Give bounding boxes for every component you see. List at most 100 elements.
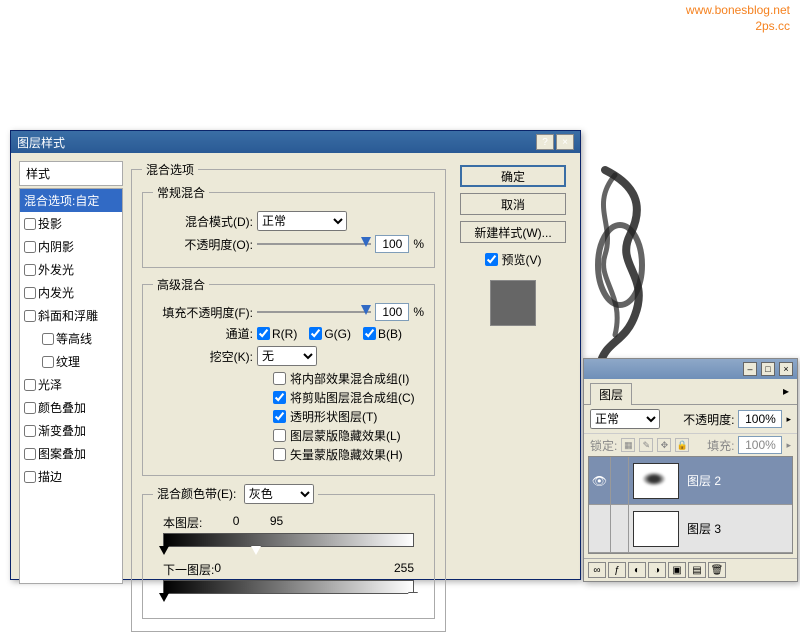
layer-thumbnail[interactable] [633,463,679,499]
style-checkbox[interactable] [24,379,36,391]
adv-checkbox-1[interactable] [273,391,286,404]
opacity-slider[interactable] [257,235,371,253]
adv-check-row: 将内部效果混合成组(I) [273,370,424,387]
under-black-handle[interactable] [159,593,169,602]
style-checkbox[interactable] [24,471,36,483]
knockout-select[interactable]: 无 [257,346,317,366]
this-black-handle[interactable] [159,546,169,555]
layers-tab[interactable]: 图层 [590,383,632,405]
link-cell[interactable] [611,457,629,504]
style-item-10[interactable]: 渐变叠加 [20,419,122,442]
style-item-6[interactable]: 等高线 [20,327,122,350]
close-button[interactable]: × [556,134,574,150]
ok-button[interactable]: 确定 [460,165,566,187]
style-item-4[interactable]: 内发光 [20,281,122,304]
style-item-label: 等高线 [56,330,92,347]
preview-swatch [490,280,536,326]
style-checkbox[interactable] [24,425,36,437]
new-layer-icon[interactable]: ▤ [688,562,706,578]
style-item-0[interactable]: 混合选项:自定 [20,189,122,212]
visibility-toggle[interactable] [589,505,611,552]
style-item-1[interactable]: 投影 [20,212,122,235]
layer-fill-input[interactable]: 100% [738,436,782,454]
channel-g-checkbox[interactable] [309,327,322,340]
adv-check-row: 透明形状图层(T) [273,408,424,425]
style-checkbox[interactable] [24,241,36,253]
style-item-label: 外发光 [38,261,74,278]
style-item-9[interactable]: 颜色叠加 [20,396,122,419]
new-style-button[interactable]: 新建样式(W)... [460,221,566,243]
layer-style-dialog: 图层样式 ? × 样式 混合选项:自定投影内阴影外发光内发光斜面和浮雕等高线纹理… [10,130,581,580]
layer-name[interactable]: 图层 3 [683,520,721,537]
dialog-titlebar[interactable]: 图层样式 ? × [11,131,580,153]
background-smoke-art [575,165,665,375]
close-icon[interactable]: × [779,362,793,376]
panel-titlebar[interactable]: – □ × [584,359,797,379]
layer-style-icon[interactable]: ƒ [608,562,626,578]
style-item-12[interactable]: 描边 [20,465,122,488]
cancel-button[interactable]: 取消 [460,193,566,215]
lock-all-icon[interactable]: 🔒 [675,438,689,452]
channel-b-checkbox[interactable] [363,327,376,340]
style-checkbox[interactable] [42,356,54,368]
style-checkbox[interactable] [24,402,36,414]
adv-checkbox-4[interactable] [273,448,286,461]
link-layers-icon[interactable]: ∞ [588,562,606,578]
lock-pixels-icon[interactable]: ✎ [639,438,653,452]
layer-name[interactable]: 图层 2 [683,472,721,489]
style-item-2[interactable]: 内阴影 [20,235,122,258]
adv-checkbox-2[interactable] [273,410,286,423]
style-item-5[interactable]: 斜面和浮雕 [20,304,122,327]
blend-if-channel-select[interactable]: 灰色 [244,484,314,504]
adv-checkbox-3[interactable] [273,429,286,442]
maximize-icon[interactable]: □ [761,362,775,376]
general-legend: 常规混合 [153,184,209,201]
delete-layer-icon[interactable]: 🗑 [708,562,726,578]
style-item-label: 内阴影 [38,238,74,255]
preview-label: 预览(V) [502,251,542,268]
opacity-input[interactable] [375,235,409,253]
layer-row[interactable]: 图层 3 [589,505,792,553]
fill-opacity-label: 填充不透明度(F): [153,304,253,321]
style-checkbox[interactable] [42,333,54,345]
under-layer-gradient[interactable] [163,580,414,594]
style-checkbox[interactable] [24,310,36,322]
fill-opacity-slider[interactable] [257,303,371,321]
blend-mode-select[interactable]: 正常 [257,211,347,231]
style-checkbox[interactable] [24,264,36,276]
style-checkbox[interactable] [24,448,36,460]
blending-options-legend: 混合选项 [142,161,198,178]
this-white-handle[interactable] [251,546,261,555]
layer-opacity-input[interactable]: 100% [738,410,782,428]
style-item-11[interactable]: 图案叠加 [20,442,122,465]
layer-thumbnail[interactable] [633,511,679,547]
style-checkbox[interactable] [24,218,36,230]
style-item-7[interactable]: 纹理 [20,350,122,373]
visibility-toggle[interactable]: 👁 [589,457,611,504]
adv-checkbox-0[interactable] [273,372,286,385]
lock-position-icon[interactable]: ✥ [657,438,671,452]
minimize-icon[interactable]: – [743,362,757,376]
style-item-3[interactable]: 外发光 [20,258,122,281]
help-button[interactable]: ? [536,134,554,150]
style-item-label: 内发光 [38,284,74,301]
layer-row[interactable]: 👁 图层 2 [589,457,792,505]
panel-menu-icon[interactable]: ▸ [783,384,789,398]
layer-mask-icon[interactable]: ◐ [628,562,646,578]
adjustment-layer-icon[interactable]: ◑ [648,562,666,578]
this-layer-gradient[interactable] [163,533,414,547]
link-cell[interactable] [611,505,629,552]
opacity-dropdown-icon[interactable]: ▸ [786,414,791,425]
style-item-8[interactable]: 光泽 [20,373,122,396]
lock-transparent-icon[interactable]: ▦ [621,438,635,452]
style-checkbox[interactable] [24,287,36,299]
fill-dropdown-icon[interactable]: ▸ [786,440,791,451]
style-item-label: 描边 [38,468,62,485]
under-white-handle[interactable] [408,593,418,602]
new-group-icon[interactable]: ▣ [668,562,686,578]
preview-checkbox[interactable] [485,253,498,266]
channel-r-checkbox[interactable] [257,327,270,340]
fill-opacity-input[interactable] [375,303,409,321]
layer-blend-mode-select[interactable]: 正常 [590,409,660,429]
styles-header[interactable]: 样式 [19,161,123,186]
